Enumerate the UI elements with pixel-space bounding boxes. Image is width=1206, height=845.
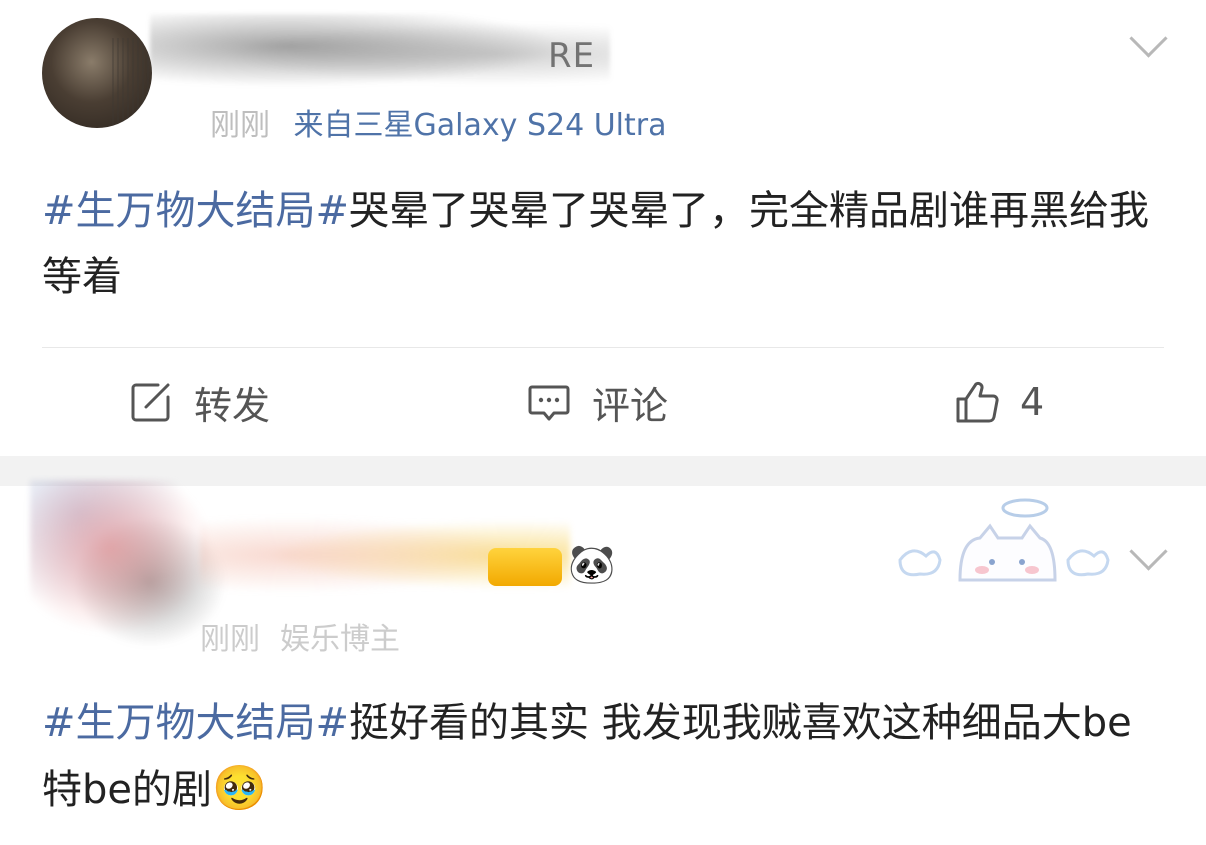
- like-count: 4: [1020, 380, 1045, 424]
- comment-label: 评论: [592, 383, 669, 428]
- post-card: RE 刚刚 来自三星Galaxy S24 Ultra #生万物大结局#哭晕了哭晕…: [0, 0, 1206, 456]
- post-meta: 刚刚 娱乐博主: [200, 614, 400, 658]
- panda-icon: 🐼: [568, 542, 616, 586]
- post-source: 娱乐博主: [280, 622, 400, 657]
- chevron-down-icon[interactable]: [1129, 532, 1168, 571]
- hashtag-link[interactable]: #生万物大结局#: [42, 188, 349, 234]
- member-badge-icon: [488, 548, 562, 586]
- divider: [42, 347, 1164, 348]
- username-fragment[interactable]: RE: [548, 36, 595, 76]
- post-body: #生万物大结局#挺好看的其实 我发现我贼喜欢这种细品大be特be的剧🥹: [42, 690, 1162, 823]
- like-button[interactable]: 4: [954, 372, 1044, 432]
- post-body: #生万物大结局#哭晕了哭晕了哭晕了，完全精品剧谁再黑给我等着: [42, 178, 1162, 310]
- cat-decoration-icon: [898, 498, 1110, 582]
- thumbs-up-icon: [956, 381, 999, 423]
- post-time: 刚刚: [200, 622, 260, 657]
- repost-label: 转发: [194, 383, 271, 428]
- teary-face-emoji: 🥹: [212, 763, 267, 814]
- post-meta: 刚刚 来自三星Galaxy S24 Ultra: [210, 100, 666, 144]
- comment-button[interactable]: 评论: [526, 372, 668, 432]
- comment-bubble-icon: [528, 385, 570, 421]
- edit-square-icon: [131, 383, 170, 422]
- repost-button[interactable]: 转发: [128, 372, 270, 432]
- avatar[interactable]: [42, 18, 152, 128]
- hashtag-link[interactable]: #生万物大结局#: [42, 700, 349, 746]
- post-source[interactable]: 来自三星Galaxy S24 Ultra: [294, 108, 667, 143]
- post-time: 刚刚: [210, 108, 270, 143]
- username-blurred[interactable]: [150, 14, 610, 94]
- chevron-down-icon[interactable]: [1129, 19, 1168, 58]
